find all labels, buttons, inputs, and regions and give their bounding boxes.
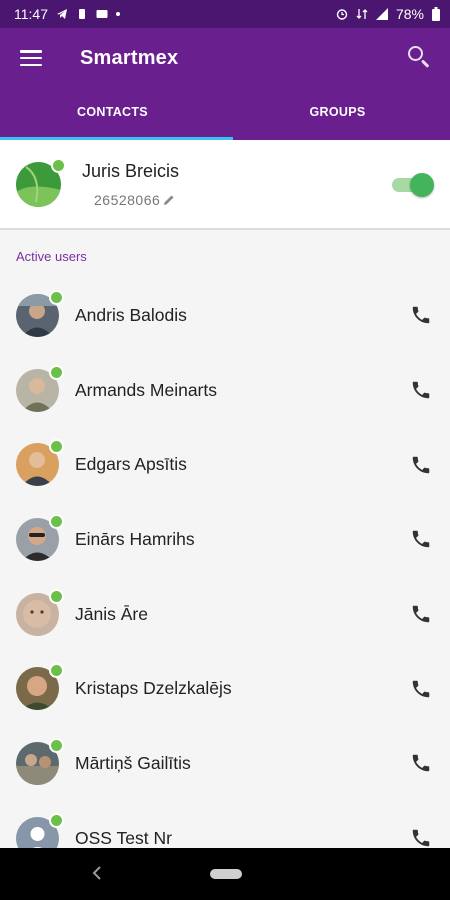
app-bar: Smartmex CONTACTS GROUPS	[0, 28, 450, 140]
tab-contacts[interactable]: CONTACTS	[0, 88, 225, 140]
contact-avatar	[16, 588, 64, 636]
online-status-dot	[49, 513, 64, 529]
section-header-active-users: Active users	[16, 249, 87, 264]
online-status-dot	[49, 588, 64, 604]
alarm-icon	[336, 9, 348, 20]
contact-name: Mārtiņš Gailītis	[75, 752, 191, 773]
contact-name: OSS Test Nr	[75, 827, 172, 848]
online-status-dot	[49, 663, 64, 679]
contact-avatar	[16, 439, 64, 487]
phone-icon[interactable]	[410, 454, 432, 476]
app-title: Smartmex	[80, 46, 179, 69]
availability-toggle[interactable]	[390, 172, 434, 197]
phone-icon[interactable]	[410, 304, 432, 326]
phone-icon[interactable]	[410, 678, 432, 700]
online-status-dot	[49, 364, 64, 380]
contact-avatar	[16, 289, 64, 337]
contact-name: Andris Balodis	[75, 304, 187, 325]
contact-row[interactable]: Mārtiņš Gailītis	[0, 726, 450, 801]
battery-saver-icon	[79, 9, 85, 19]
tab-bar: CONTACTS GROUPS	[0, 88, 450, 140]
contact-name: Einārs Hamrihs	[75, 528, 195, 549]
online-status-dot	[49, 737, 64, 753]
phone-icon[interactable]	[410, 827, 432, 849]
contacts-list: Andris Balodis Armands Meinarts Edgars A…	[0, 278, 450, 876]
phone-icon[interactable]	[410, 603, 432, 625]
contact-name: Armands Meinarts	[75, 379, 217, 400]
current-user-name: Juris Breicis	[82, 160, 180, 181]
signal-icon	[375, 8, 388, 20]
contact-row[interactable]: Kristaps Dzelzkalējs	[0, 651, 450, 726]
contact-name: Edgars Apsītis	[75, 454, 187, 475]
status-time: 11:47	[14, 6, 48, 22]
battery-percent: 78%	[395, 6, 424, 22]
contact-avatar	[16, 737, 64, 785]
telegram-icon	[57, 9, 67, 19]
contact-row[interactable]: Armands Meinarts	[0, 353, 450, 428]
contact-name: Jānis Āre	[75, 603, 148, 624]
system-nav-bar	[0, 848, 450, 900]
current-user-phone: 26528066	[94, 191, 161, 208]
online-status-dot	[49, 439, 64, 455]
contact-row[interactable]: Andris Balodis	[0, 278, 450, 353]
phone-icon[interactable]	[410, 379, 432, 401]
data-icon	[356, 9, 368, 19]
pencil-icon[interactable]	[163, 194, 175, 206]
status-bar: 11:47 78%	[0, 0, 450, 28]
current-user-card[interactable]: Juris Breicis 26528066	[0, 140, 450, 230]
phone-icon[interactable]	[410, 752, 432, 774]
contact-avatar	[16, 663, 64, 711]
contact-row[interactable]: Jānis Āre	[0, 577, 450, 652]
back-icon[interactable]	[92, 866, 102, 880]
home-button[interactable]	[210, 869, 242, 879]
online-status-dot	[49, 289, 64, 305]
contact-row[interactable]: Edgars Apsītis	[0, 427, 450, 502]
online-status-dot	[51, 157, 66, 173]
notification-icon	[96, 10, 108, 18]
contact-avatar	[16, 513, 64, 561]
toolbar: Smartmex	[0, 28, 450, 88]
contact-row[interactable]: Einārs Hamrihs	[0, 502, 450, 577]
battery-icon	[432, 7, 440, 21]
more-notifications-dot	[116, 12, 120, 16]
current-user-avatar	[16, 157, 66, 207]
phone-icon[interactable]	[410, 528, 432, 550]
online-status-dot	[49, 812, 64, 828]
contact-name: Kristaps Dzelzkalējs	[75, 678, 232, 699]
menu-icon[interactable]	[20, 50, 42, 66]
contact-avatar	[16, 364, 64, 412]
search-icon[interactable]	[406, 44, 434, 72]
tab-groups[interactable]: GROUPS	[225, 88, 450, 140]
